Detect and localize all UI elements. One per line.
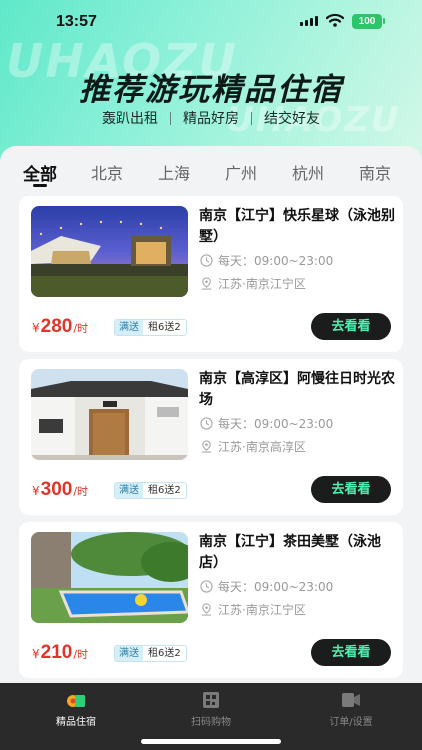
promo-detail: 租6送2 <box>143 320 186 335</box>
price-unit: /时 <box>73 485 89 498</box>
price-currency: ¥ <box>32 484 40 498</box>
price-currency: ¥ <box>32 321 40 335</box>
slogan-item: 轰趴出租 <box>102 111 158 127</box>
status-time: 13:57 <box>56 13 97 30</box>
location-text: 江苏·南京江宁区 <box>218 603 306 617</box>
listing-title[interactable]: 南京【江宁】茶田美墅（泳池店） <box>199 532 395 574</box>
tab-guangzhou[interactable]: 广州 <box>225 160 257 184</box>
location-pin-icon <box>201 603 212 616</box>
active-tab-indicator <box>33 184 47 187</box>
location: 江苏·南京江宁区 <box>200 601 306 618</box>
location: 江苏·南京高淳区 <box>200 438 306 455</box>
opening-hours: 每天：09:00~23:00 <box>200 252 333 269</box>
hours-text: 每天：09:00~23:00 <box>218 254 334 268</box>
promo-type: 满送 <box>115 483 143 498</box>
listing-title[interactable]: 南京【高淳区】阿慢往日时光农场 <box>199 369 395 411</box>
opening-hours: 每天：09:00~23:00 <box>200 415 333 432</box>
price-currency: ¥ <box>32 647 40 661</box>
price-value: 300 <box>40 479 73 500</box>
slogan-item: 精品好房 <box>183 111 239 127</box>
location: 江苏·南京江宁区 <box>200 275 306 292</box>
listing-photo[interactable] <box>31 206 188 297</box>
status-bar: 13:57 100 <box>0 0 422 44</box>
promo-badge: 满送 租6送2 <box>114 645 187 662</box>
clock-icon <box>200 417 213 430</box>
slogan-divider <box>251 111 252 125</box>
hours-text: 每天：09:00~23:00 <box>218 580 334 594</box>
tabbar-item-orders[interactable]: 订单/设置 <box>291 691 411 728</box>
tab-all[interactable]: 全部 <box>23 160 57 185</box>
promo-detail: 租6送2 <box>143 483 186 498</box>
promo-detail: 租6送2 <box>143 646 186 661</box>
stays-icon <box>67 695 85 707</box>
hero-slogans: 轰趴出租 精品好房 结交好友 <box>0 108 422 128</box>
scan-qr-icon <box>203 692 219 708</box>
tab-hangzhou[interactable]: 杭州 <box>292 160 324 184</box>
view-details-button[interactable]: 去看看 <box>311 639 391 666</box>
orders-settings-icon <box>342 693 360 707</box>
tab-shanghai[interactable]: 上海 <box>158 160 190 184</box>
clock-icon <box>200 580 213 593</box>
slogan-item: 结交好友 <box>264 111 320 127</box>
tab-nanjing[interactable]: 南京 <box>359 160 391 184</box>
listing-card[interactable]: 南京【江宁】快乐星球（泳池别墅） 每天：09:00~23:00 江苏·南京江宁区… <box>19 196 403 352</box>
listing-card[interactable]: 南京【高淳区】阿慢往日时光农场 每天：09:00~23:00 江苏·南京高淳区 … <box>19 359 403 515</box>
price-value: 280 <box>40 316 73 337</box>
location-pin-icon <box>201 277 212 290</box>
view-details-button[interactable]: 去看看 <box>311 476 391 503</box>
promo-type: 满送 <box>115 320 143 335</box>
price-unit: /时 <box>73 322 89 335</box>
location-text: 江苏·南京高淳区 <box>218 440 306 454</box>
battery-cap <box>383 18 385 24</box>
tabbar-label: 订单/设置 <box>329 717 373 728</box>
tabbar-label: 扫码购物 <box>191 717 231 728</box>
promo-badge: 满送 租6送2 <box>114 482 187 499</box>
listing-photo[interactable] <box>31 369 188 460</box>
slogan-divider <box>170 111 171 125</box>
listing-card[interactable]: 南京【江宁】茶田美墅（泳池店） 每天：09:00~23:00 江苏·南京江宁区 … <box>19 522 403 678</box>
tab-beijing[interactable]: 北京 <box>91 160 123 184</box>
tabbar-item-stays[interactable]: 精品住宿 <box>16 691 136 728</box>
listing-title[interactable]: 南京【江宁】快乐星球（泳池别墅） <box>199 206 395 248</box>
hero-title: 推荐游玩精品住宿 <box>79 72 343 108</box>
tabbar-item-scan[interactable]: 扫码购物 <box>151 691 271 728</box>
home-indicator <box>141 739 281 744</box>
price: ¥ 210 /时 <box>32 642 88 664</box>
price-value: 210 <box>40 642 73 663</box>
clock-icon <box>200 254 213 267</box>
cellular-signal-icon <box>300 16 318 26</box>
promo-type: 满送 <box>115 646 143 661</box>
tabbar-label: 精品住宿 <box>56 717 96 728</box>
battery-icon: 100 <box>352 14 382 29</box>
city-tabs: 全部 北京 上海 广州 杭州 南京 <box>0 160 422 190</box>
location-pin-icon <box>201 440 212 453</box>
listing-photo[interactable] <box>31 532 188 623</box>
hours-text: 每天：09:00~23:00 <box>218 417 334 431</box>
price: ¥ 280 /时 <box>32 316 88 338</box>
view-details-button[interactable]: 去看看 <box>311 313 391 340</box>
location-text: 江苏·南京江宁区 <box>218 277 306 291</box>
price: ¥ 300 /时 <box>32 479 88 501</box>
wifi-icon <box>326 13 344 27</box>
price-unit: /时 <box>73 648 89 661</box>
promo-badge: 满送 租6送2 <box>114 319 187 336</box>
opening-hours: 每天：09:00~23:00 <box>200 578 333 595</box>
